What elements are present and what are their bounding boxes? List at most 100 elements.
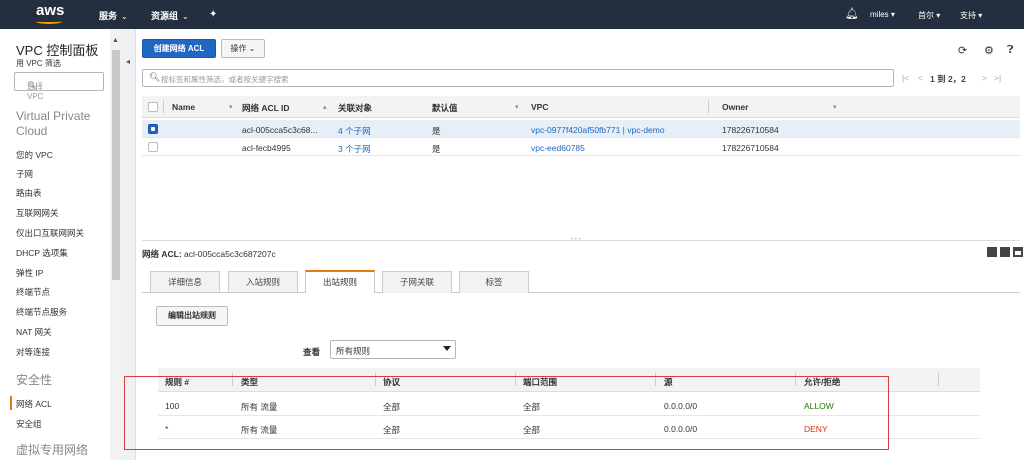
sidebar-item-route-tables[interactable]: 路由表: [16, 187, 42, 199]
sort-icon[interactable]: ▾: [515, 103, 519, 111]
services-label: 服务: [99, 11, 118, 21]
panel-half-icon[interactable]: [1000, 247, 1010, 257]
row-vpc-link[interactable]: vpc-0977f420af50fb771 | vpc-demo: [531, 125, 665, 135]
tab-subnet-associations[interactable]: 子网关联: [382, 271, 452, 293]
drag-handle-icon[interactable]: • • •: [571, 237, 581, 243]
tab-outbound-rules[interactable]: 出站规则: [305, 270, 375, 293]
search-placeholder: 按标签和属性筛选，或者按关键字搜索: [161, 75, 289, 84]
column-divider: [655, 373, 656, 386]
page-indicator: 1 到 2，2: [930, 74, 966, 84]
refresh-icon[interactable]: ⟳: [958, 44, 967, 57]
chevron-down-icon: ⌄: [182, 12, 189, 21]
vpc-filter-label: 用 VPC 筛选: [16, 59, 61, 68]
sidebar-item-elastic-ip[interactable]: 弹性 IP: [16, 267, 43, 279]
rules-header-allow-deny: 允许/拒绝: [804, 377, 841, 387]
user-menu[interactable]: miles ▾: [870, 10, 895, 19]
vpc-filter-select[interactable]: 🔍︎ 选择 VPC: [14, 72, 104, 101]
pin-icon[interactable]: ✦: [209, 9, 217, 20]
rules-table-header: [158, 368, 980, 392]
select-all-checkbox[interactable]: [148, 102, 158, 112]
rule-source: 0.0.0.0/0: [664, 424, 698, 434]
resource-groups-menu[interactable]: 资源组 ⌄: [151, 9, 189, 22]
sidebar-item-internet-gateways[interactable]: 互联网网关: [16, 207, 59, 219]
sidebar-item-security-groups[interactable]: 安全组: [16, 418, 42, 430]
column-divider: [795, 373, 796, 386]
sidebar-item-nat-gateways[interactable]: NAT 网关: [16, 326, 52, 338]
column-header-vpc[interactable]: VPC: [531, 102, 548, 112]
last-page-icon[interactable]: >|: [994, 73, 1001, 83]
search-input[interactable]: 🔍︎ 按标签和属性筛选，或者按关键字搜索: [142, 69, 894, 87]
sidebar-item-peering[interactable]: 对等连接: [16, 346, 50, 358]
gear-icon[interactable]: ⚙: [984, 44, 994, 57]
view-rules-select[interactable]: 所有规则: [330, 340, 456, 359]
row-associations-link[interactable]: 4 个子网: [338, 125, 371, 137]
prev-page-icon[interactable]: <: [918, 73, 923, 83]
column-header-name[interactable]: Name: [172, 102, 195, 112]
sidebar-collapse-handle[interactable]: ◂: [122, 29, 136, 460]
tab-inbound-rules[interactable]: 入站规则: [228, 271, 298, 293]
create-network-acl-button[interactable]: 创建网络 ACL: [142, 39, 216, 58]
rules-header-port-range: 端口范围: [523, 377, 558, 387]
aws-logo[interactable]: aws: [36, 3, 64, 18]
rules-header-number: 规则 #: [165, 377, 190, 387]
next-page-icon[interactable]: >: [982, 73, 987, 83]
sidebar-item-network-acl[interactable]: 网络 ACL: [16, 398, 52, 410]
rules-header-protocol: 协议: [383, 377, 401, 387]
row-vpc-link[interactable]: vpc-eed60785: [531, 143, 585, 153]
column-divider: [938, 373, 939, 386]
row-default: 是: [432, 144, 441, 154]
sort-asc-icon[interactable]: ▴: [323, 103, 327, 111]
detail-acl-id: acl-005cca5c3c687207c: [184, 249, 276, 259]
bell-icon[interactable]: 🔔︎: [845, 7, 859, 20]
sidebar-item-egress-only-gateways[interactable]: 仅出口互联网网关: [16, 227, 84, 239]
sort-icon[interactable]: ▾: [833, 103, 837, 111]
edit-outbound-rules-button[interactable]: 编辑出站规则: [156, 306, 228, 326]
tab-tags[interactable]: 标签: [459, 271, 529, 293]
rule-row: [158, 394, 980, 416]
row-owner: 178226710584: [722, 125, 779, 135]
column-header-owner[interactable]: Owner: [722, 102, 748, 112]
column-header-default[interactable]: 默认值: [432, 102, 458, 114]
sidebar-item-endpoint-services[interactable]: 终端节点服务: [16, 306, 67, 318]
chevron-down-icon: ▾: [890, 10, 895, 19]
services-menu[interactable]: 服务 ⌄: [99, 9, 128, 22]
sidebar-item-subnets[interactable]: 子网: [16, 168, 33, 180]
row-associations-link[interactable]: 3 个子网: [338, 143, 371, 155]
view-select-value: 所有规则: [336, 346, 371, 356]
row-checkbox[interactable]: [148, 142, 158, 152]
panel-min-icon[interactable]: [1013, 247, 1023, 257]
column-header-associations[interactable]: 关联对象: [338, 102, 372, 114]
row-checkbox[interactable]: [148, 124, 158, 134]
vpc-select-placeholder: 选择 VPC: [27, 82, 44, 101]
tab-details[interactable]: 详细信息: [150, 271, 220, 293]
rules-header-type: 类型: [241, 377, 259, 387]
chevron-down-icon: ⌄: [248, 44, 256, 53]
sidebar-scroll-thumb[interactable]: [112, 50, 120, 280]
chevron-left-icon: ◂: [126, 57, 131, 66]
rule-number: 100: [165, 401, 180, 411]
sidebar-item-your-vpc[interactable]: 您的 VPC: [16, 149, 53, 161]
active-indicator: [10, 396, 12, 410]
region-menu[interactable]: 首尔 ▾: [918, 10, 940, 21]
sidebar-title[interactable]: VPC 控制面板: [16, 40, 98, 59]
sidebar-item-dhcp-options[interactable]: DHCP 选项集: [16, 247, 68, 259]
sidebar-item-endpoints[interactable]: 终端节点: [16, 286, 50, 298]
sort-icon[interactable]: ▾: [229, 103, 233, 111]
scroll-up-icon[interactable]: ▲: [112, 37, 119, 44]
chevron-down-icon: ⌄: [121, 12, 128, 21]
help-icon[interactable]: ❓︎: [1007, 44, 1014, 57]
first-page-icon[interactable]: |<: [902, 73, 909, 83]
panel-full-icon[interactable]: [987, 247, 997, 257]
column-divider: [708, 100, 709, 113]
aws-smile-icon: [36, 19, 62, 24]
sidebar-section-security: 安全性: [16, 373, 53, 387]
caret-down-icon: [443, 346, 451, 351]
sidebar-section-vpn: 虚拟专用网络: [16, 443, 89, 457]
support-menu[interactable]: 支持 ▾: [960, 10, 982, 21]
panel-splitter[interactable]: [142, 240, 1020, 241]
rule-protocol: 全部: [383, 425, 401, 435]
rule-port-range: 全部: [523, 425, 541, 435]
column-header-acl-id[interactable]: 网络 ACL ID: [242, 102, 290, 114]
chevron-down-icon: ▾: [936, 11, 941, 20]
actions-button[interactable]: 操作 ⌄: [221, 39, 265, 58]
